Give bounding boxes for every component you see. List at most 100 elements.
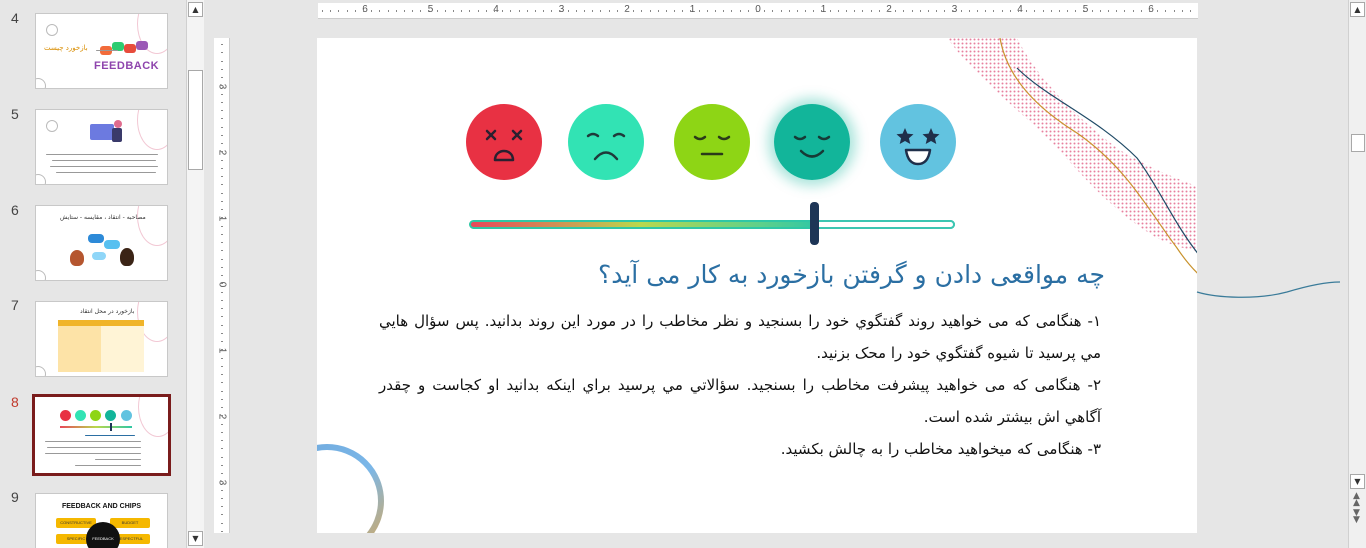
speech-bubble bbox=[92, 252, 106, 260]
slide-thumbnail-8[interactable] bbox=[32, 394, 171, 476]
slide-canvas[interactable]: چه مواقعی دادن و گرفتن بازخورد به کار می… bbox=[317, 38, 1341, 533]
ruler-tick bbox=[221, 85, 223, 87]
thumbnail-number: 9 bbox=[11, 489, 19, 505]
ruler-tick bbox=[780, 10, 782, 12]
ruler-tick bbox=[221, 242, 223, 243]
ruler-tick bbox=[985, 10, 987, 12]
next-slide-icon[interactable]: ▼ ▼ bbox=[1353, 509, 1360, 525]
ruler-tick bbox=[221, 250, 223, 252]
ruler-tick bbox=[796, 10, 798, 12]
ruler-tick bbox=[706, 10, 708, 12]
scroll-thumb[interactable] bbox=[1351, 134, 1365, 152]
ruler-tick bbox=[968, 10, 970, 12]
ruler-tick bbox=[1017, 10, 1019, 12]
ruler-tick bbox=[221, 464, 223, 466]
ruler-tick bbox=[221, 481, 223, 483]
ruler-tick bbox=[221, 456, 223, 458]
ruler-tick bbox=[221, 324, 223, 326]
thumbnail-number: 4 bbox=[11, 10, 19, 26]
speech-bubbles-graphic bbox=[98, 40, 156, 58]
scroll-up-button[interactable]: ▲ bbox=[1350, 2, 1365, 17]
thumbnail-number: 6 bbox=[11, 202, 19, 218]
ruler-tick bbox=[221, 473, 223, 474]
ruler-tick bbox=[412, 10, 414, 12]
slide-thumbnail-pane: 4 بازخورد چیست FEEDBACK 5 6 مصاحبه - انت… bbox=[0, 0, 186, 548]
ruler-tick bbox=[436, 10, 438, 12]
ruler-tick bbox=[551, 10, 553, 12]
ruler-tick bbox=[886, 10, 888, 12]
ruler-tick bbox=[221, 390, 223, 392]
body-paragraph-3: ۳- هنگامی که میخواهید مخاطب را به چالش ب… bbox=[780, 440, 1101, 458]
ruler-tick bbox=[690, 10, 692, 12]
previous-slide-icon[interactable]: ▲ ▲ bbox=[1353, 492, 1360, 508]
slide-body-textbox[interactable]: ۱- هنگامی که می خواهید روند گفتگوي خود ر… bbox=[379, 305, 1101, 465]
ruler-tick bbox=[221, 151, 223, 153]
ruler-tick bbox=[674, 10, 676, 12]
body-paragraph-1: ۱- هنگامی که می خواهید روند گفتگوي خود ر… bbox=[379, 312, 1101, 362]
ruler-tick bbox=[649, 10, 651, 12]
ruler-tick bbox=[1083, 10, 1085, 12]
ruler-tick bbox=[221, 184, 223, 186]
slide-thumbnail-7[interactable]: بازخورد در محل انتقاد bbox=[35, 301, 168, 377]
ruler-tick bbox=[330, 10, 332, 12]
slide-thumbnail-6[interactable]: مصاحبه - انتقاد ، مقایسه - ستایش bbox=[35, 205, 168, 281]
scroll-down-button[interactable]: ▼ bbox=[1350, 474, 1365, 489]
ruler-tick bbox=[567, 10, 569, 12]
ruler-tick bbox=[221, 415, 223, 417]
ruler-label: 3 bbox=[216, 83, 228, 90]
ruler-tick bbox=[682, 10, 684, 12]
scroll-up-button[interactable]: ▲ bbox=[188, 2, 203, 17]
decor-circle-bottom bbox=[36, 366, 46, 376]
ruler-tick bbox=[764, 10, 766, 12]
ruler-label: 0 bbox=[216, 281, 228, 288]
ruler-tick bbox=[1001, 10, 1003, 12]
ruler-label: 2 bbox=[216, 149, 228, 156]
ruler-tick bbox=[221, 365, 223, 367]
people-illustration bbox=[86, 118, 126, 146]
decor-curve bbox=[137, 206, 167, 246]
slide-thumbnail-5[interactable] bbox=[35, 109, 168, 185]
ruler-tick bbox=[221, 77, 223, 78]
ruler-tick bbox=[221, 176, 223, 177]
thumbnail-scrollbar[interactable]: ▲ ▼ bbox=[186, 0, 204, 548]
ruler-tick bbox=[870, 10, 872, 12]
ruler-tick bbox=[221, 357, 223, 359]
ruler-tick bbox=[731, 10, 733, 12]
ruler-tick bbox=[1124, 10, 1126, 12]
ruler-tick bbox=[747, 10, 749, 12]
ruler-tick bbox=[371, 10, 373, 12]
ruler-tick bbox=[221, 167, 223, 169]
slide-scrollbar[interactable]: ▲ ▼ ▲ ▲ ▼ ▼ bbox=[1348, 0, 1366, 548]
ruler-tick bbox=[633, 10, 635, 12]
rating-slider-handle[interactable] bbox=[809, 202, 819, 245]
ruler-tick bbox=[927, 10, 929, 12]
star-eyes-face-icon bbox=[880, 104, 956, 180]
vertical-ruler: 3 2 1 0 1 2 3 bbox=[214, 38, 230, 533]
ruler-tick bbox=[1148, 10, 1150, 12]
ruler-tick bbox=[862, 10, 864, 12]
scroll-down-button[interactable]: ▼ bbox=[188, 531, 203, 546]
horizontal-ruler: 6543210123456 bbox=[318, 3, 1198, 19]
slide-thumbnail-4[interactable]: بازخورد چیست FEEDBACK bbox=[35, 13, 168, 89]
thumbnail-title: بازخورد در محل انتقاد bbox=[80, 308, 135, 315]
angry-face-icon bbox=[466, 104, 542, 180]
thumbnail-title: FEEDBACK AND CHIPS bbox=[61, 503, 142, 510]
ruler-tick bbox=[221, 126, 223, 128]
ruler-tick bbox=[846, 10, 847, 12]
slide-content: چه مواقعی دادن و گرفتن بازخورد به کار می… bbox=[317, 38, 1197, 533]
ruler-tick bbox=[559, 10, 561, 12]
ruler-tick bbox=[221, 93, 223, 95]
sad-face-icon bbox=[568, 104, 644, 180]
ruler-tick bbox=[608, 10, 610, 12]
table-graphic bbox=[58, 320, 144, 372]
scroll-thumb[interactable] bbox=[188, 70, 203, 170]
ruler-tick bbox=[772, 10, 774, 12]
slide-title[interactable]: چه مواقعی دادن و گرفتن بازخورد به کار می… bbox=[405, 260, 1105, 289]
ruler-tick bbox=[221, 299, 223, 301]
ruler-tick bbox=[944, 10, 946, 12]
slide-thumbnail-9[interactable]: FEEDBACK AND CHIPS CONSTRUCTIVE BUDGET S… bbox=[35, 493, 168, 548]
ruler-tick bbox=[362, 10, 364, 12]
ruler-tick bbox=[221, 283, 223, 285]
ruler-tick bbox=[221, 506, 223, 507]
ruler-tick bbox=[518, 10, 520, 12]
